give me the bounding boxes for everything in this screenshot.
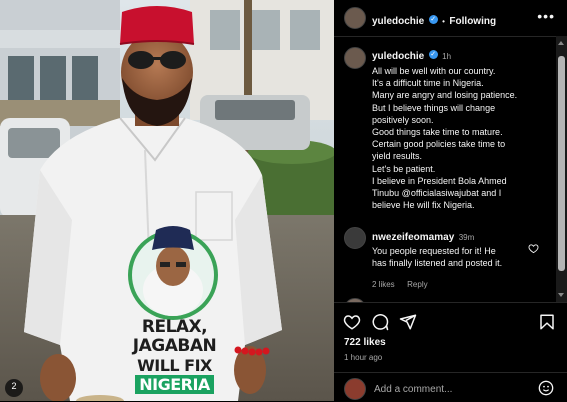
caption-line: It's a difficult time in Nigeria. — [372, 78, 484, 89]
shirt-line-2: JAGABAN — [132, 336, 217, 356]
caption-line: Good things take time to mature. — [372, 127, 503, 138]
more-horizontal-icon[interactable]: ••• — [537, 8, 555, 24]
photo-badge-count: 2 — [11, 381, 17, 391]
comment-reply-button[interactable]: Reply — [407, 280, 427, 289]
shirt-line-3: WILL FIX — [137, 356, 212, 375]
add-comment-bar — [334, 372, 567, 402]
caption-line: All will be well with our country. — [372, 66, 496, 76]
comment-avatar[interactable] — [344, 227, 366, 249]
caption-avatar[interactable] — [344, 47, 366, 69]
comment-line: You people requested for it! He — [372, 246, 496, 256]
comment-item: nwezeifeomamay 39m You people requested … — [334, 227, 556, 289]
caption-time: 1h — [442, 52, 452, 61]
caption-line: Tinubu @officialasiwajubat and I — [372, 188, 502, 199]
caption-line: believe He will fix Nigeria. — [372, 200, 475, 211]
verified-badge-icon: ✓ — [428, 15, 438, 25]
caption-line: Many are angry and losing patience. — [372, 90, 518, 101]
header-user-row: yuledochie ✓ • Following — [372, 11, 496, 29]
save-bookmark-icon[interactable] — [538, 313, 556, 331]
comment-like-heart-icon[interactable] — [528, 243, 539, 254]
caption-line: But I believe things will change — [372, 102, 496, 113]
scrollbar-thumb[interactable] — [558, 56, 565, 271]
comment-likes[interactable]: 2 likes — [372, 280, 395, 289]
following-button[interactable]: Following — [449, 16, 496, 27]
scroll-down-arrow-icon[interactable] — [558, 293, 564, 297]
shirt-print-text: RELAX, JAGABAN WILL FIX NIGERIA — [112, 318, 237, 394]
comment-time: 39m — [458, 233, 475, 242]
header-username[interactable]: yuledochie — [372, 16, 424, 27]
caption-line: Let's be patient. — [372, 163, 436, 174]
header-avatar[interactable] — [344, 7, 366, 29]
comment-line: has finally listened and posted it. — [372, 258, 503, 269]
share-send-icon[interactable] — [399, 313, 417, 331]
caption-line: yield results. — [372, 151, 423, 162]
comment-username[interactable]: nwezeifeomamay — [372, 232, 454, 243]
comment-bubble-icon[interactable] — [371, 313, 389, 331]
caption-verified-badge-icon: ✓ — [428, 50, 438, 60]
add-comment-input[interactable] — [372, 380, 526, 398]
post-header: yuledochie ✓ • Following ••• — [334, 0, 567, 37]
comments-scrollbar[interactable] — [556, 36, 567, 302]
post-time: 1 hour ago — [344, 353, 383, 362]
caption-line: Certain good policies take time to — [372, 139, 506, 150]
comment-text: You people requested for it! He has fina… — [372, 245, 532, 269]
caption-line: I believe in President Bola Ahmed — [372, 175, 507, 186]
shirt-line-4: NIGERIA — [135, 375, 214, 394]
scroll-up-arrow-icon[interactable] — [558, 41, 564, 45]
post-side-panel: yuledochie ✓ • Following ••• yuledochie … — [334, 0, 567, 401]
post-image[interactable]: RELAX, JAGABAN WILL FIX NIGERIA 2 — [0, 0, 334, 401]
shirt-line-1: RELAX, — [141, 317, 208, 337]
likes-count[interactable]: 722 likes — [344, 337, 386, 348]
caption-line: positively soon. — [372, 114, 434, 125]
post-actions: 722 likes 1 hour ago — [334, 302, 567, 373]
like-heart-icon[interactable] — [343, 313, 361, 331]
caption-text: All will be well with our country. It's … — [372, 65, 554, 211]
caption-block: yuledochie ✓ 1h All will be well with ou… — [334, 36, 556, 302]
caption-username[interactable]: yuledochie — [372, 51, 424, 62]
header-separator: • — [442, 17, 445, 26]
emoji-icon[interactable] — [538, 380, 554, 396]
current-user-avatar — [344, 378, 366, 400]
